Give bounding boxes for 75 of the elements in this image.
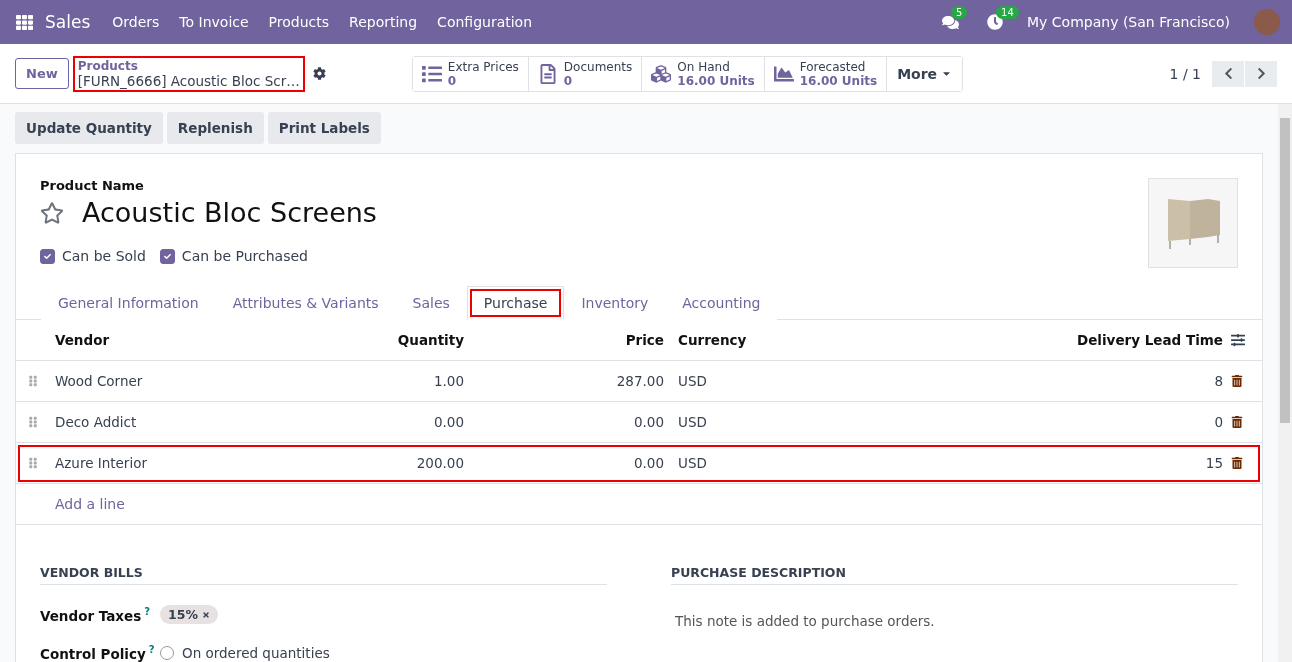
column-settings-icon[interactable] <box>1231 333 1245 347</box>
column-header[interactable]: Delivery Lead Time <box>1031 332 1231 348</box>
action-button[interactable]: Replenish <box>166 112 264 144</box>
star-icon[interactable] <box>40 200 64 225</box>
list-icon <box>421 63 442 84</box>
menu-item[interactable]: Reporting <box>339 14 428 30</box>
app-name[interactable]: Sales <box>33 12 103 32</box>
add-line-link[interactable]: Add a line <box>49 496 339 512</box>
tax-tag[interactable]: 15% <box>160 605 218 624</box>
table-cell-text: 0.00 <box>632 414 665 430</box>
vendor-row[interactable]: Deco Addict 0.00 0.00 USD 0 <box>16 402 1262 443</box>
vendor-row[interactable]: Azure Interior 200.00 0.00 USD 15 <box>16 443 1262 484</box>
drag-handle-icon[interactable] <box>27 457 39 469</box>
column-header[interactable]: Price <box>472 332 672 348</box>
checkbox-label: Can be Sold <box>62 248 146 264</box>
radio-button[interactable] <box>160 645 174 660</box>
field-label: Product Name <box>40 178 145 193</box>
table-cell-text: 0 <box>1213 414 1224 430</box>
product-name: Acoustic Bloc Screens <box>82 197 377 228</box>
field-label: Vendor Taxes $^{?}$ <box>40 605 152 624</box>
scrollbar[interactable] <box>1278 104 1292 662</box>
trash-icon[interactable] <box>1231 457 1243 469</box>
table-cell-text: USD <box>677 455 708 471</box>
check-icon <box>163 252 171 260</box>
table-cell-text: 0.00 <box>432 414 465 430</box>
table-cell-text: 287.00 <box>615 373 665 389</box>
drag-handle-icon[interactable] <box>27 416 39 428</box>
smart-button[interactable]: Extra Prices 0 <box>412 56 529 91</box>
table-cell-text: Azure Interior <box>54 455 148 471</box>
breadcrumb-link[interactable]: Products <box>77 58 300 73</box>
drag-handle-icon[interactable] <box>27 375 39 387</box>
checkbox[interactable] <box>40 248 55 264</box>
section-title: PURCHASE DESCRIPTION <box>671 565 1238 585</box>
new-button[interactable]: New <box>15 58 69 89</box>
section-title: VENDOR BILLS <box>40 565 607 585</box>
trash-icon[interactable] <box>1231 416 1243 428</box>
company-name[interactable]: My Company (San Francisco) <box>1017 14 1240 30</box>
checkbox-label: Can be Purchased <box>181 248 308 264</box>
action-button[interactable]: Print Labels <box>267 112 381 144</box>
trash-icon[interactable] <box>1231 375 1243 387</box>
menu-item[interactable]: To Invoice <box>169 14 259 30</box>
settings-icon[interactable] <box>312 67 326 80</box>
cubes-icon <box>651 63 672 84</box>
next-button[interactable] <box>1245 60 1277 87</box>
action-button[interactable]: Update Quantity <box>15 112 163 144</box>
table-cell-text: USD <box>677 373 708 389</box>
tab[interactable]: Purchase <box>466 286 565 320</box>
activity-count: 14 <box>996 6 1019 19</box>
vendor-row[interactable]: Wood Corner 1.00 287.00 USD 8 <box>16 361 1262 402</box>
checkbox[interactable] <box>159 248 175 264</box>
menu-item[interactable]: Configuration <box>427 14 543 30</box>
column-header[interactable]: Vendor <box>49 332 339 348</box>
menu-item[interactable]: Products <box>258 14 340 30</box>
table-cell-text: 1.00 <box>432 373 465 389</box>
description-field[interactable]: This note is added to purchase orders. <box>671 613 1238 629</box>
pager-value: 1 / 1 <box>1169 65 1201 82</box>
table-cell-text: USD <box>677 414 708 430</box>
column-header[interactable]: Quantity <box>339 332 472 348</box>
radio-label: On ordered quantities <box>182 644 330 661</box>
table-cell-text: 200.00 <box>415 455 465 471</box>
clock-icon[interactable] <box>987 14 1004 30</box>
check-icon <box>44 252 51 260</box>
previous-button[interactable] <box>1212 60 1244 87</box>
table-cell-text: Wood Corner <box>54 373 144 389</box>
column-header[interactable]: Currency <box>672 332 1031 348</box>
table-cell-text: 0.00 <box>632 455 665 471</box>
table-cell-text: 15 <box>1204 455 1224 471</box>
record-title: [FURN_6666] Acoustic Bloc Scr… <box>77 72 300 89</box>
remove-icon[interactable] <box>201 610 210 619</box>
field-label: Control Policy $^{?}$ <box>40 644 156 662</box>
menu-item[interactable]: Orders <box>102 14 170 30</box>
app-grid-icon[interactable] <box>16 13 33 31</box>
table-cell-text: 8 <box>1213 373 1224 389</box>
message-count: 5 <box>951 5 968 19</box>
table-cell-text: Deco Addict <box>54 414 138 430</box>
